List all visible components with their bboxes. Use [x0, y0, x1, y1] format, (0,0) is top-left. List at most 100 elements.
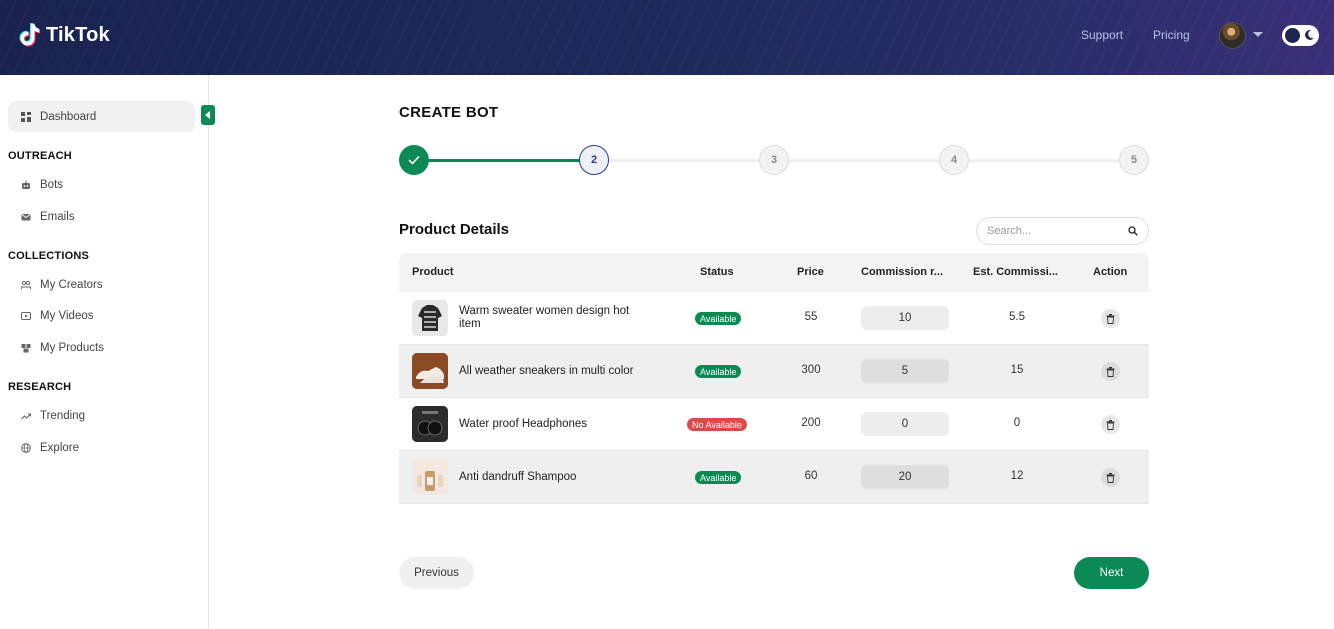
sidebar-item-label: My Videos [40, 309, 94, 322]
col-product[interactable]: Product [412, 266, 454, 278]
step-3[interactable]: 3 [759, 145, 789, 175]
email-icon [21, 213, 31, 220]
col-commission-rate[interactable]: Commission r... [861, 266, 947, 278]
next-button[interactable]: Next [1074, 557, 1149, 589]
step-5[interactable]: 5 [1119, 145, 1149, 175]
delete-button[interactable] [1101, 468, 1120, 487]
sidebar-item-my-videos[interactable]: My Videos [8, 300, 195, 331]
check-icon [408, 155, 420, 165]
trending-icon [21, 412, 31, 419]
sidebar-item-label: Explore [40, 441, 79, 454]
step-connector [414, 159, 594, 162]
delete-button[interactable] [1101, 362, 1120, 381]
est-commission-cell: 15 [1010, 364, 1024, 376]
product-name: All weather sneakers in multi color [459, 365, 634, 377]
search-box [976, 217, 1149, 245]
pricing-link[interactable]: Pricing [1153, 28, 1190, 42]
commission-rate-input[interactable]: 0 [861, 412, 949, 436]
sidebar-item-label: Bots [40, 178, 64, 191]
theme-toggle[interactable] [1282, 25, 1319, 46]
step-connector [594, 159, 1134, 162]
table-row[interactable]: Warm sweater women design hot item Avail… [399, 292, 1149, 345]
globe-icon [21, 442, 31, 453]
chevron-down-icon[interactable] [1253, 32, 1263, 37]
toggle-knob [1285, 28, 1300, 43]
sidebar-item-trending[interactable]: Trending [8, 400, 195, 431]
status-badge: Available [695, 312, 742, 325]
commission-rate-input[interactable]: 5 [861, 359, 949, 383]
support-link[interactable]: Support [1081, 28, 1123, 42]
creators-icon [21, 280, 31, 289]
product-thumbnail [412, 300, 448, 336]
product-thumbnail [412, 459, 448, 495]
sidebar-item-explore[interactable]: Explore [8, 432, 195, 463]
sidebar-item-my-creators[interactable]: My Creators [8, 269, 195, 300]
section-research: RESEARCH [8, 381, 72, 393]
sidebar-collapse-button[interactable] [201, 105, 215, 125]
col-price[interactable]: Price [797, 266, 824, 278]
section-outreach: OUTREACH [8, 150, 72, 162]
col-status[interactable]: Status [700, 266, 734, 278]
trash-icon [1106, 313, 1115, 324]
sidebar-item-emails[interactable]: Emails [8, 201, 195, 232]
section-title: Product Details [399, 221, 510, 238]
products-icon [21, 343, 31, 352]
previous-button[interactable]: Previous [399, 557, 474, 589]
status-badge: Available [695, 471, 742, 484]
trash-icon [1106, 472, 1115, 483]
est-commission-cell: 5.5 [1009, 311, 1025, 323]
price-cell: 55 [804, 311, 818, 323]
section-collections: COLLECTIONS [8, 250, 90, 262]
search-icon[interactable] [1128, 226, 1138, 236]
trash-icon [1106, 366, 1115, 377]
sidebar-item-label: My Creators [40, 278, 103, 291]
price-cell: 300 [801, 364, 821, 376]
step-2[interactable]: 2 [579, 145, 609, 175]
stepper: 2 3 4 5 [399, 145, 1149, 175]
sidebar-item-bots[interactable]: Bots [8, 169, 195, 200]
user-avatar[interactable] [1219, 22, 1246, 49]
sidebar-item-label: My Products [40, 341, 104, 354]
sidebar-item-dashboard[interactable]: Dashboard [8, 101, 195, 132]
table-row[interactable]: All weather sneakers in multi color Avai… [399, 345, 1149, 398]
col-action: Action [1093, 266, 1128, 278]
price-cell: 60 [804, 470, 818, 482]
step-4[interactable]: 4 [939, 145, 969, 175]
commission-rate-input[interactable]: 10 [861, 306, 949, 330]
step-1[interactable] [399, 145, 429, 175]
sidebar-item-label: Trending [40, 409, 85, 422]
sidebar-item-label: Emails [40, 210, 75, 223]
sidebar: Dashboard OUTREACH Bots Emails COLLECTIO… [0, 75, 209, 629]
commission-rate-input[interactable]: 20 [861, 465, 949, 489]
price-cell: 200 [801, 417, 821, 429]
moon-icon [1305, 29, 1314, 40]
tiktok-logo-icon [19, 23, 40, 47]
app-logo[interactable]: TikTok [18, 22, 110, 48]
table-header: Product Status Price Commission r... Est… [399, 253, 1149, 292]
est-commission-cell: 12 [1010, 470, 1024, 482]
sidebar-item-label: Dashboard [40, 110, 97, 123]
video-icon [21, 311, 31, 320]
est-commission-cell: 0 [1013, 417, 1021, 429]
product-table: Product Status Price Commission r... Est… [399, 253, 1149, 504]
product-thumbnail [412, 406, 448, 442]
product-name: Water proof Headphones [459, 418, 588, 430]
trash-icon [1106, 419, 1115, 430]
status-badge: Available [695, 365, 742, 378]
top-header: TikTok Support Pricing [0, 0, 1334, 75]
search-input[interactable] [987, 225, 1117, 237]
sidebar-item-my-products[interactable]: My Products [8, 332, 195, 363]
product-name: Anti dandruff Shampoo [459, 471, 577, 483]
table-row[interactable]: Anti dandruff Shampoo Available 60 20 12 [399, 451, 1149, 504]
delete-button[interactable] [1101, 415, 1120, 434]
product-name: Warm sweater women design hot item [459, 305, 630, 330]
robot-icon [22, 180, 30, 189]
app-name: TikTok [46, 23, 110, 46]
status-badge: No Available [687, 418, 747, 431]
dashboard-icon [21, 111, 31, 122]
product-thumbnail [412, 353, 448, 389]
delete-button[interactable] [1101, 309, 1120, 328]
table-row[interactable]: Water proof Headphones No Available 200 … [399, 398, 1149, 451]
page-title: CREATE BOT [399, 104, 499, 121]
col-est-commission[interactable]: Est. Commissi... [973, 266, 1061, 278]
